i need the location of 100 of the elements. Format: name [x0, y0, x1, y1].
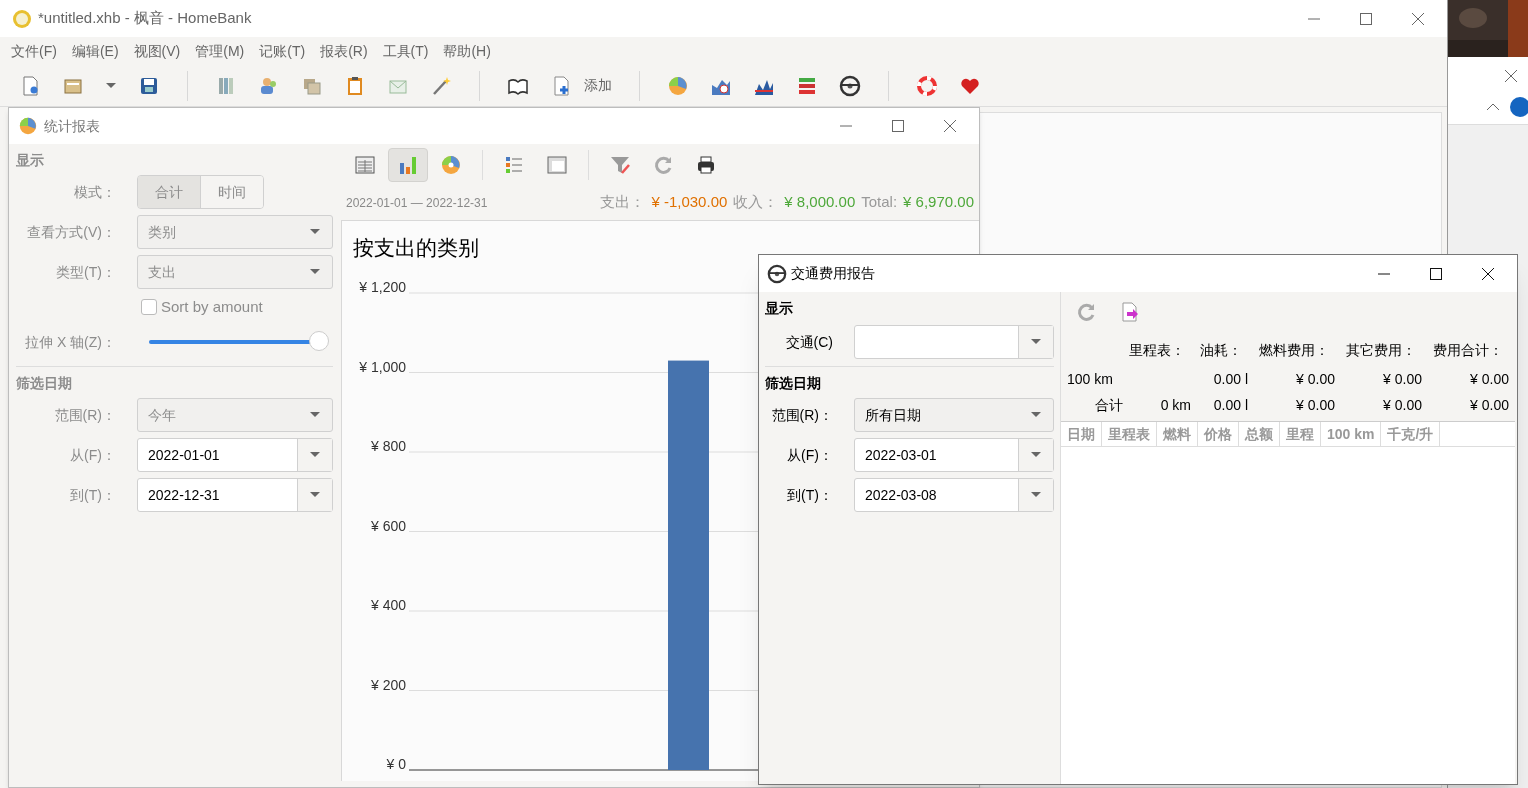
caret-icon — [1030, 338, 1042, 346]
axis-tick-label: ¥ 600 — [370, 517, 406, 534]
total-amount: ¥ 6,970.00 — [903, 192, 974, 213]
refresh-icon[interactable] — [1075, 301, 1097, 323]
field-label: 交通(C) — [784, 332, 834, 352]
summary-header: 燃料费用： — [1258, 341, 1330, 360]
column-header[interactable]: 里程 — [1280, 422, 1321, 446]
filter-icon[interactable] — [609, 154, 631, 176]
window-title: 交通费用报告 — [791, 264, 875, 283]
caret-icon — [1030, 451, 1042, 459]
field-label: 查看方式(V)： — [26, 222, 117, 242]
summary-value: 0.00 l — [1212, 369, 1248, 389]
range-dropdown[interactable]: 今年 — [137, 398, 333, 432]
caret-icon — [308, 268, 321, 276]
pie-chart-icon — [440, 154, 462, 176]
export-icon[interactable] — [1119, 301, 1141, 323]
checkbox[interactable] — [141, 299, 157, 315]
summary-value: ¥ 0.00 — [1469, 395, 1509, 415]
bar-chart-icon — [397, 154, 419, 176]
printer-icon[interactable] — [695, 154, 717, 176]
axis-tick-label: ¥ 1,000 — [359, 358, 406, 375]
section-title: 筛选日期 — [16, 374, 73, 393]
summary-header: 油耗： — [1199, 341, 1243, 360]
summary-value: 0 km — [1160, 396, 1191, 413]
row-label: 100 km — [1067, 369, 1114, 389]
column-header[interactable]: 总额 — [1239, 422, 1280, 446]
expense-label: 支出： — [600, 192, 646, 213]
type-dropdown[interactable]: 支出 — [137, 255, 333, 289]
axis-tick-label: ¥ 0 — [386, 756, 406, 772]
view-toggle[interactable] — [388, 148, 428, 182]
total-label: Total: — [861, 192, 898, 213]
section-title: 显示 — [16, 151, 45, 170]
field-label: 模式： — [73, 182, 117, 202]
menu-item[interactable]: 管理(M) — [195, 40, 245, 62]
summary-header: 里程表： — [1128, 341, 1186, 360]
app-icon — [12, 8, 32, 29]
menu-item[interactable]: 帮助(H) — [443, 40, 491, 62]
column-header[interactable]: 千克/升 — [1381, 422, 1441, 446]
field-label: 范围(R)： — [53, 405, 117, 425]
field-label: 从(F)： — [786, 445, 834, 465]
menu-item[interactable]: 文件(F) — [11, 40, 57, 62]
pie-chart-icon[interactable] — [667, 74, 689, 97]
refresh-icon[interactable] — [652, 154, 674, 176]
field-label: 类型(T)： — [55, 262, 117, 282]
menu-item[interactable]: 视图(V) — [133, 40, 181, 62]
column-header[interactable]: 价格 — [1198, 422, 1239, 446]
summary-value: 0.00 l — [1212, 395, 1248, 415]
legend-list-icon[interactable] — [503, 154, 525, 176]
summary-value: ¥ 0.00 — [1382, 369, 1422, 389]
menu-item[interactable]: 报表(R) — [320, 40, 368, 62]
field-label: 拉伸 X 轴(Z)： — [24, 332, 117, 352]
summary-header: 其它费用： — [1345, 341, 1417, 360]
date-field[interactable]: 2022-03-08 — [854, 478, 1054, 512]
checkbox-label: Sort by amount — [161, 296, 263, 317]
date-field[interactable]: 2022-03-01 — [854, 438, 1054, 472]
chevron-up-icon[interactable] — [1486, 102, 1500, 112]
field-label: 到(T)： — [786, 485, 834, 505]
section-title: 筛选日期 — [765, 374, 822, 393]
row-label: 合计 — [1094, 395, 1123, 415]
date-range: 2022-01-01 — 2022-12-31 — [346, 194, 488, 212]
column-header[interactable]: 日期 — [1061, 422, 1102, 446]
lifebuoy-icon[interactable] — [916, 74, 938, 97]
steering-wheel-icon[interactable] — [839, 74, 861, 97]
pie-chart-icon — [18, 116, 38, 136]
caret-icon — [308, 228, 321, 236]
menu-item[interactable]: 记账(T) — [259, 40, 306, 62]
menu-item[interactable]: 工具(T) — [382, 40, 429, 62]
column-header[interactable]: 100 km — [1321, 422, 1382, 446]
steering-wheel-icon — [767, 263, 787, 284]
field-label: 范围(R)： — [770, 405, 834, 425]
column-header[interactable]: 燃料 — [1157, 422, 1198, 446]
maximize-icon[interactable] — [1429, 266, 1443, 281]
summary-value: ¥ 0.00 — [1469, 369, 1509, 389]
axis-tick-label: ¥ 1,200 — [359, 279, 406, 295]
date-field[interactable]: 2022-12-31 — [137, 478, 333, 512]
field-label: 从(F)： — [69, 445, 117, 465]
expense-amount: ¥ -1,030.00 — [651, 192, 728, 213]
caret-icon — [309, 491, 321, 499]
mode-tab[interactable]: 时间 — [200, 176, 263, 208]
caret-icon — [1030, 491, 1042, 499]
date-field[interactable]: 2022-01-01 — [137, 438, 333, 472]
table-icon — [354, 154, 376, 176]
caret-icon — [308, 411, 321, 419]
zoom-slider[interactable] — [149, 331, 331, 353]
close-icon[interactable] — [1481, 266, 1495, 281]
column-header[interactable]: 里程表 — [1102, 422, 1157, 446]
range-dropdown[interactable]: 所有日期 — [854, 398, 1054, 432]
summary-value: ¥ 0.00 — [1295, 369, 1335, 389]
income-amount: ¥ 8,000.00 — [784, 192, 856, 213]
axis-tick-label: ¥ 400 — [370, 597, 406, 613]
add-button[interactable]: 添加 — [550, 74, 612, 97]
caret-icon — [105, 81, 117, 90]
chart-title: 按支出的类别 — [353, 236, 479, 259]
view-dropdown[interactable]: 类别 — [137, 215, 333, 249]
menu-item[interactable]: 编辑(E) — [71, 40, 119, 62]
summary-value: ¥ 0.00 — [1295, 395, 1335, 415]
axis-tick-label: ¥ 800 — [370, 438, 406, 454]
field-label: 到(T)： — [69, 485, 117, 505]
income-label: 收入： — [733, 192, 779, 213]
summary-value: ¥ 0.00 — [1382, 395, 1422, 415]
